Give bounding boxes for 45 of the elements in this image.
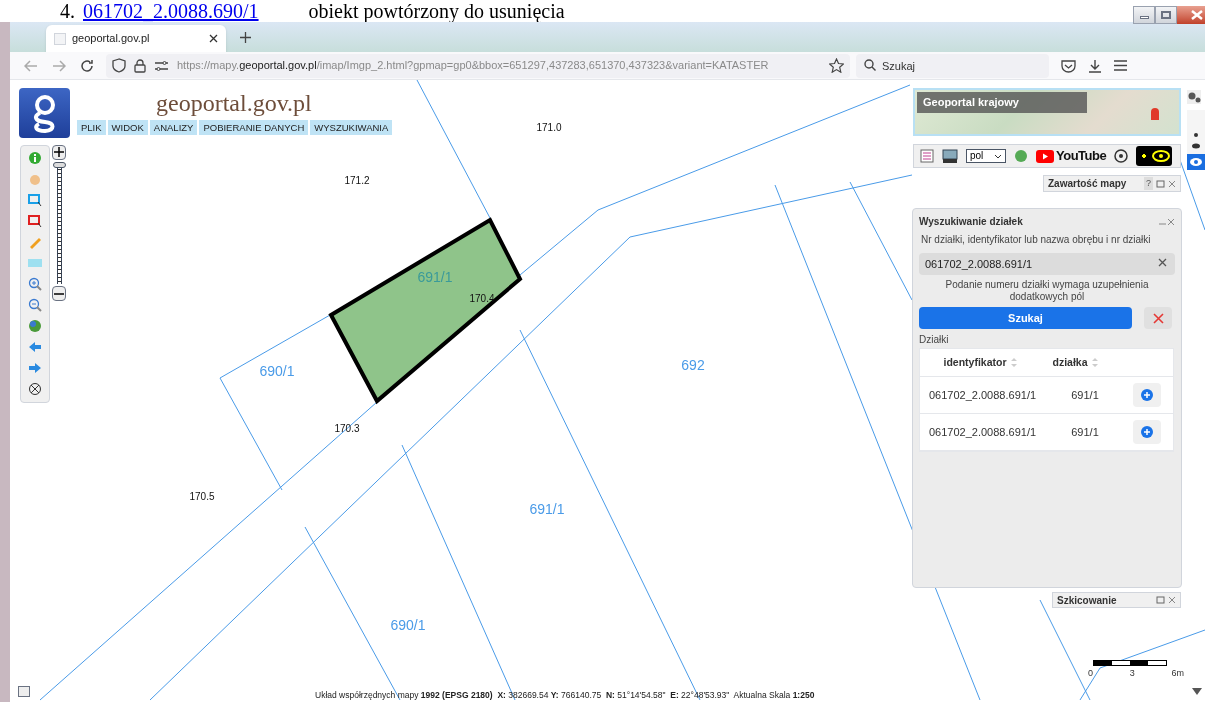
tab-title: geoportal.gov.pl xyxy=(72,31,151,47)
table-cell-text: 061702_2.0088.691/1 xyxy=(928,387,1038,403)
menu-item[interactable]: WYSZUKIWANIA xyxy=(310,120,393,135)
scale-label: 3 xyxy=(1129,667,1135,680)
browser-tab[interactable]: geoportal.gov.pl xyxy=(46,25,226,52)
parcel-number: 691/1 xyxy=(529,501,565,517)
overview-map[interactable]: Geoportal krajowy xyxy=(913,88,1181,136)
parcel-number: 691/1 xyxy=(417,269,453,285)
parcel-number: 690/1 xyxy=(259,363,295,379)
elevation-label: 170.3 xyxy=(334,423,360,434)
parcel-number: 690/1 xyxy=(390,617,426,633)
elevation-label: 171.2 xyxy=(344,175,370,186)
field-label: Nr działki, identyfikator lub nazwa obrębu i nr działki xyxy=(920,233,1152,247)
panel-title: Zawartość mapy xyxy=(1048,177,1128,191)
menu-item[interactable]: WIDOK xyxy=(107,120,148,135)
status-text: Układ współrzędnych mapy 1992 (EPSG 2180) X: 382669.54 Y: 766140.75 N: 51°14'54.58" E: 22°48'53.93" Aktualna Skala 1:250 xyxy=(315,689,815,702)
column-header[interactable]: działka xyxy=(1052,354,1088,371)
help-button[interactable]: ? xyxy=(1144,176,1153,191)
search-button[interactable]: Szukaj xyxy=(919,307,1132,329)
table-cell-text: 691/1 xyxy=(1070,424,1100,440)
menu-item[interactable]: ANALIZY xyxy=(149,120,198,135)
table-cell-text: 061702_2.0088.691/1 xyxy=(928,424,1038,440)
table-cell-text: 691/1 xyxy=(1070,387,1100,403)
menu-item[interactable]: PLIK xyxy=(77,120,106,135)
panel-title: Szkicowanie xyxy=(1057,593,1118,608)
overview-map-title: Geoportal krajowy xyxy=(917,92,1087,113)
hint-text: Podanie numeru działki wymaga uzupełnienia dodatkowych pól xyxy=(944,279,1150,303)
scale-label: 0 xyxy=(1088,667,1093,680)
language-dropdown[interactable]: pol xyxy=(966,149,1006,163)
video-link[interactable]: YouTube xyxy=(1056,146,1107,166)
elevation-label: 170.5 xyxy=(189,491,215,502)
elevation-label: 171.0 xyxy=(536,122,562,133)
panel-title: Wyszukiwanie działek xyxy=(919,215,1024,229)
document-text: obiekt powtórzony do usunięcia xyxy=(308,0,565,22)
menu-item[interactable]: POBIERANIE DANYCH xyxy=(199,120,309,135)
link[interactable]: 061702_2.0088.690/1 xyxy=(83,0,259,22)
search-field[interactable]: Szukaj xyxy=(856,54,1049,78)
parcel-number: 692 xyxy=(681,357,705,373)
list-number: 4. xyxy=(60,0,75,22)
section-label: Działki xyxy=(919,333,950,347)
site-title: geoportal.gov.pl xyxy=(156,89,312,118)
column-header[interactable]: identyfikator xyxy=(943,354,1007,371)
elevation-label: 170.4 xyxy=(469,293,495,304)
scale-label: 6m xyxy=(1171,667,1184,680)
parcel-search-field[interactable]: 061702_2.0088.691/1 xyxy=(919,253,1175,275)
